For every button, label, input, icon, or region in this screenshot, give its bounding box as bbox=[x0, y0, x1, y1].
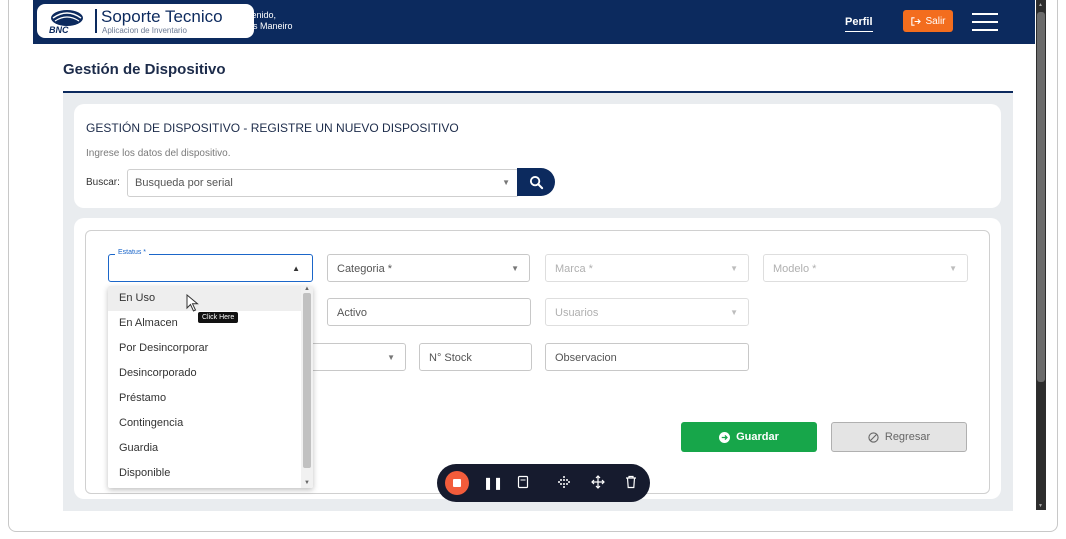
hidden-select[interactable]: ▼ bbox=[300, 343, 406, 371]
usuarios-placeholder: Usuarios bbox=[555, 307, 599, 319]
regresar-button[interactable]: Regresar bbox=[831, 422, 967, 452]
option-contingencia[interactable]: Contingencia bbox=[108, 411, 301, 436]
bnc-logo-icon: BNC bbox=[49, 10, 83, 34]
estatus-label: Estatus * bbox=[115, 249, 150, 256]
move-icon[interactable] bbox=[590, 475, 606, 491]
notes-icon[interactable] bbox=[515, 475, 531, 491]
option-prestamo[interactable]: Préstamo bbox=[108, 386, 301, 411]
trash-icon[interactable] bbox=[623, 475, 639, 491]
guardar-label: Guardar bbox=[736, 431, 779, 443]
scroll-up-icon: ▲ bbox=[1038, 2, 1043, 8]
stop-recording-button[interactable] bbox=[445, 471, 469, 495]
chevron-down-icon: ▼ bbox=[730, 308, 738, 317]
observacion-placeholder: Observacion bbox=[555, 352, 617, 364]
stock-input[interactable]: N° Stock bbox=[419, 343, 532, 371]
chevron-down-icon: ▼ bbox=[387, 353, 395, 362]
click-here-tooltip: Click Here bbox=[198, 312, 239, 323]
welcome-text: Bienvenido, Andrés Maneiro bbox=[229, 10, 293, 32]
user-name: Andrés Maneiro bbox=[229, 21, 293, 31]
marca-placeholder: Marca * bbox=[555, 263, 593, 275]
search-placeholder: Busqueda por serial bbox=[135, 177, 233, 189]
ban-icon bbox=[868, 431, 879, 443]
observacion-input[interactable]: Observacion bbox=[545, 343, 749, 371]
dropdown-scroll-thumb[interactable] bbox=[303, 293, 311, 468]
app-subtitle: Aplicacion de Inventario bbox=[102, 26, 187, 35]
page-scroll-thumb[interactable] bbox=[1037, 12, 1045, 382]
app-title: Soporte Tecnico bbox=[101, 7, 223, 26]
regresar-label: Regresar bbox=[884, 431, 931, 443]
mouse-cursor-icon bbox=[186, 294, 199, 312]
marca-select[interactable]: Marca * ▼ bbox=[545, 254, 749, 282]
recorder-toolbar: ❚❚ bbox=[437, 464, 650, 502]
option-disponible[interactable]: Disponible bbox=[108, 461, 301, 486]
dropdown-scrollbar[interactable]: ▲ ▼ bbox=[301, 286, 313, 488]
buscar-label: Buscar: bbox=[86, 177, 120, 188]
scroll-down-icon: ▼ bbox=[304, 480, 310, 486]
arrow-circle-right-icon bbox=[719, 431, 731, 443]
card-subtitle: Ingrese los datos del dispositivo. bbox=[86, 148, 231, 159]
usuarios-select[interactable]: Usuarios ▼ bbox=[545, 298, 749, 326]
search-icon bbox=[529, 175, 543, 189]
svg-text:BNC: BNC bbox=[49, 25, 69, 34]
logo-separator bbox=[95, 9, 97, 33]
scroll-down-icon: ▼ bbox=[1038, 503, 1043, 509]
categoria-select[interactable]: Categoria * ▼ bbox=[327, 254, 530, 282]
scroll-up-icon: ▲ bbox=[304, 286, 310, 292]
chevron-up-icon: ▲ bbox=[292, 264, 300, 273]
welcome-line: Bienvenido, bbox=[229, 10, 277, 20]
categoria-placeholder: Categoria * bbox=[337, 263, 393, 275]
chevron-down-icon: ▼ bbox=[949, 264, 957, 273]
pause-icon[interactable]: ❚❚ bbox=[483, 475, 503, 491]
activo-input[interactable]: Activo bbox=[327, 298, 531, 326]
option-desincorporado[interactable]: Desincorporado bbox=[108, 361, 301, 386]
top-navbar: BNC Soporte Tecnico Aplicacion de Invent… bbox=[33, 0, 1035, 44]
salir-button[interactable]: Salir bbox=[903, 10, 953, 32]
search-button[interactable] bbox=[517, 168, 555, 196]
chevron-down-icon: ▼ bbox=[502, 178, 510, 187]
page-scrollbar[interactable]: ▲ ▼ bbox=[1036, 0, 1046, 510]
grid-dots-icon[interactable] bbox=[556, 475, 572, 491]
card-title: GESTIÓN DE DISPOSITIVO - REGISTRE UN NUE… bbox=[86, 121, 459, 135]
option-por-desincorporar[interactable]: Por Desincorporar bbox=[108, 336, 301, 361]
option-guardia[interactable]: Guardia bbox=[108, 436, 301, 461]
serial-search-select[interactable]: Busqueda por serial ▼ bbox=[127, 169, 519, 197]
estatus-select[interactable]: Estatus * ▲ bbox=[108, 249, 313, 282]
chevron-down-icon: ▼ bbox=[730, 264, 738, 273]
perfil-link[interactable]: Perfil bbox=[845, 16, 873, 32]
salir-label: Salir bbox=[925, 15, 946, 27]
page-title: Gestión de Dispositivo bbox=[63, 61, 226, 78]
logout-icon bbox=[911, 16, 922, 26]
menu-icon[interactable] bbox=[972, 13, 998, 31]
option-en-uso[interactable]: En Uso bbox=[108, 286, 301, 311]
stock-placeholder: N° Stock bbox=[429, 352, 472, 364]
guardar-button[interactable]: Guardar bbox=[681, 422, 817, 452]
app-logo[interactable]: BNC Soporte Tecnico Aplicacion de Invent… bbox=[37, 4, 254, 38]
modelo-select[interactable]: Modelo * ▼ bbox=[763, 254, 968, 282]
modelo-placeholder: Modelo * bbox=[773, 263, 817, 275]
search-card: GESTIÓN DE DISPOSITIVO - REGISTRE UN NUE… bbox=[74, 104, 1001, 208]
activo-placeholder: Activo bbox=[337, 307, 367, 319]
chevron-down-icon: ▼ bbox=[511, 264, 519, 273]
